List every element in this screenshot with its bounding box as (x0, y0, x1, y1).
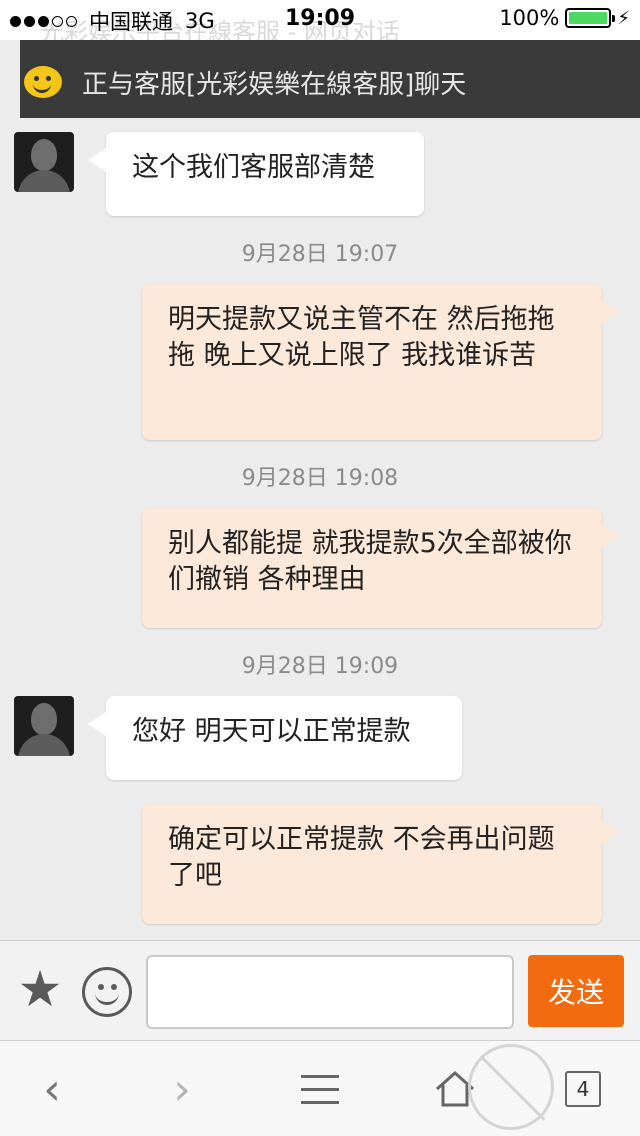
message-timestamp: 9月28日 19:07 (241, 242, 399, 267)
chat-log[interactable]: 这个我们客服部清楚 9月28日 19:07 明天提款又说主管不在 然后拖拖拖 晚… (0, 118, 640, 940)
back-icon[interactable]: ‹ (20, 1041, 84, 1136)
send-button[interactable]: 发送 (528, 955, 624, 1027)
forward-icon[interactable]: › (150, 1041, 214, 1136)
message-timestamp: 9月28日 19:09 (241, 654, 399, 679)
charging-icon: ⚡ (617, 7, 630, 29)
message-bubble-agent: 您好 明天可以正常提款 (88, 696, 462, 780)
smiley-logo-icon (24, 66, 62, 98)
menu-icon[interactable] (290, 1041, 350, 1136)
message-input-bar: ★ 发送 (0, 940, 640, 1040)
emoji-icon[interactable] (82, 967, 132, 1017)
message-bubble-user: 别人都能提 就我提款5次全部被你们撤销 各种理由 (142, 508, 620, 628)
agent-avatar (14, 132, 74, 192)
footprint-icon[interactable] (468, 1044, 554, 1130)
message-input[interactable] (146, 955, 514, 1029)
chat-header: 正与客服[光彩娱樂在線客服]聊天 (20, 40, 640, 118)
tab-count: 4 (565, 1071, 601, 1107)
status-bar: 光彩娱乐平台在線客服 - 网页对话 中国联通 3G 19:09 100% ⚡ (0, 0, 640, 46)
battery-icon (565, 8, 616, 28)
agent-avatar (14, 696, 74, 756)
message-bubble-agent: 这个我们客服部清楚 (88, 132, 424, 216)
message-bubble-user: 明天提款又说主管不在 然后拖拖拖 晚上又说上限了 我找谁诉苦 (142, 284, 620, 440)
tabs-icon[interactable]: 4 (562, 1041, 604, 1136)
message-timestamp: 9月28日 19:08 (241, 466, 399, 491)
battery-percent: 100% (499, 6, 560, 30)
chat-header-title: 正与客服[光彩娱樂在線客服]聊天 (82, 70, 467, 100)
message-bubble-user: 确定可以正常提款 不会再出问题了吧 (142, 804, 620, 924)
star-icon[interactable]: ★ (12, 961, 68, 1017)
